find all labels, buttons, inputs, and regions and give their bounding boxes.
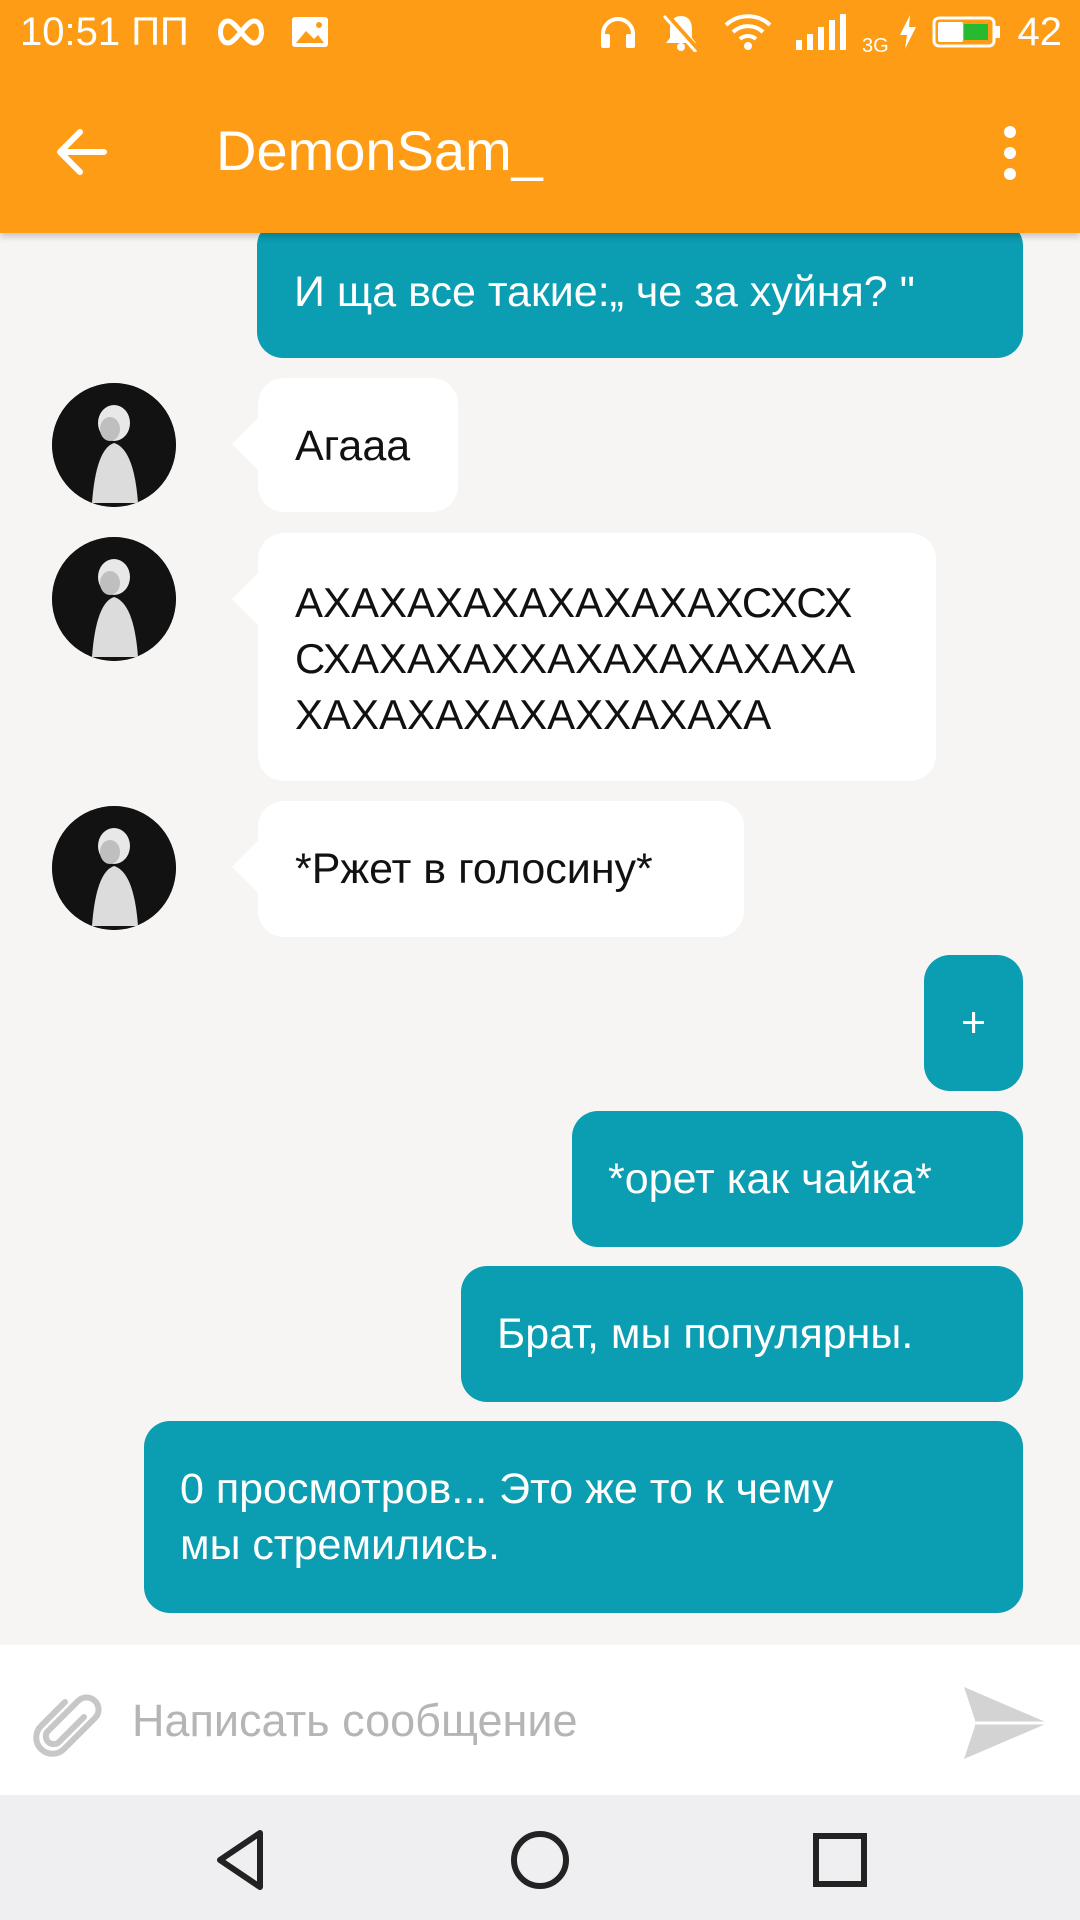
signal-icon [794,12,850,52]
headphones-icon [598,12,638,52]
paperclip-icon [33,1694,102,1757]
outgoing-message[interactable]: Брат, мы популярны. [461,1266,1023,1402]
avatar[interactable] [52,806,176,930]
outgoing-message[interactable]: *орет как чайка* [572,1111,1023,1247]
more-options-button[interactable] [992,120,1028,186]
network-type-label: 3G [862,34,889,57]
avatar[interactable] [52,383,176,507]
message-text: + [960,999,987,1047]
message-text: И ща все такие:„ че за хуйня? " [294,268,915,316]
chat-title: DemonSam_ [216,119,543,182]
send-button[interactable] [960,1683,1052,1763]
wifi-icon [724,12,772,52]
nav-home-icon [511,1831,569,1889]
message-text: АХАХАХАХАХАХАХАХСХСХ СХАХАХАХХАХАХАХАХАХ… [295,579,856,738]
chat-messages[interactable]: И ща все такие:„ че за хуйня? " Агааа АХ… [0,0,1080,1645]
avatar[interactable] [52,537,176,661]
incoming-message[interactable]: *Ржет в голосину* [232,801,744,937]
nav-home-button[interactable] [505,1825,575,1895]
status-time: 10:51 ПП [20,10,189,54]
more-vert-icon [1004,126,1016,180]
message-text: *орет как чайка* [608,1155,932,1203]
message-text: 0 просмотров... Это же то к чему мы стре… [180,1465,834,1569]
nav-recents-icon [813,1833,867,1887]
nav-back-icon [217,1830,263,1890]
message-input[interactable] [130,1680,914,1762]
system-nav-bar [0,1795,1080,1920]
status-bar: 10:51 ПП 3G 42 [0,0,1080,66]
incoming-message[interactable]: Агааа [232,378,458,512]
infinity-icon [214,12,268,52]
outgoing-message[interactable]: И ща все такие:„ че за хуйня? " [257,220,1023,358]
outgoing-message[interactable]: + [924,955,1023,1091]
charging-icon [898,12,918,52]
incoming-message[interactable]: АХАХАХАХАХАХАХАХСХСХ СХАХАХАХХАХАХАХАХАХ… [232,533,936,781]
back-arrow-icon [57,129,107,175]
nav-back-button[interactable] [206,1825,276,1895]
back-button[interactable] [52,122,112,182]
app-header: 10:51 ПП 3G 42 DemonSam_ [0,0,1080,233]
nav-recents-button[interactable] [805,1825,875,1895]
battery-icon [932,12,1002,52]
image-notification-icon [290,12,330,52]
send-icon [964,1687,1048,1759]
bell-off-icon [660,12,702,52]
message-text: Брат, мы популярны. [497,1310,914,1358]
message-text: *Ржет в голосину* [295,845,653,893]
attach-button[interactable] [28,1685,108,1765]
message-composer [0,1645,1080,1795]
message-text: Агааа [295,422,411,470]
battery-percent: 42 [1017,10,1063,54]
outgoing-message[interactable]: 0 просмотров... Это же то к чему мы стре… [144,1421,1023,1613]
